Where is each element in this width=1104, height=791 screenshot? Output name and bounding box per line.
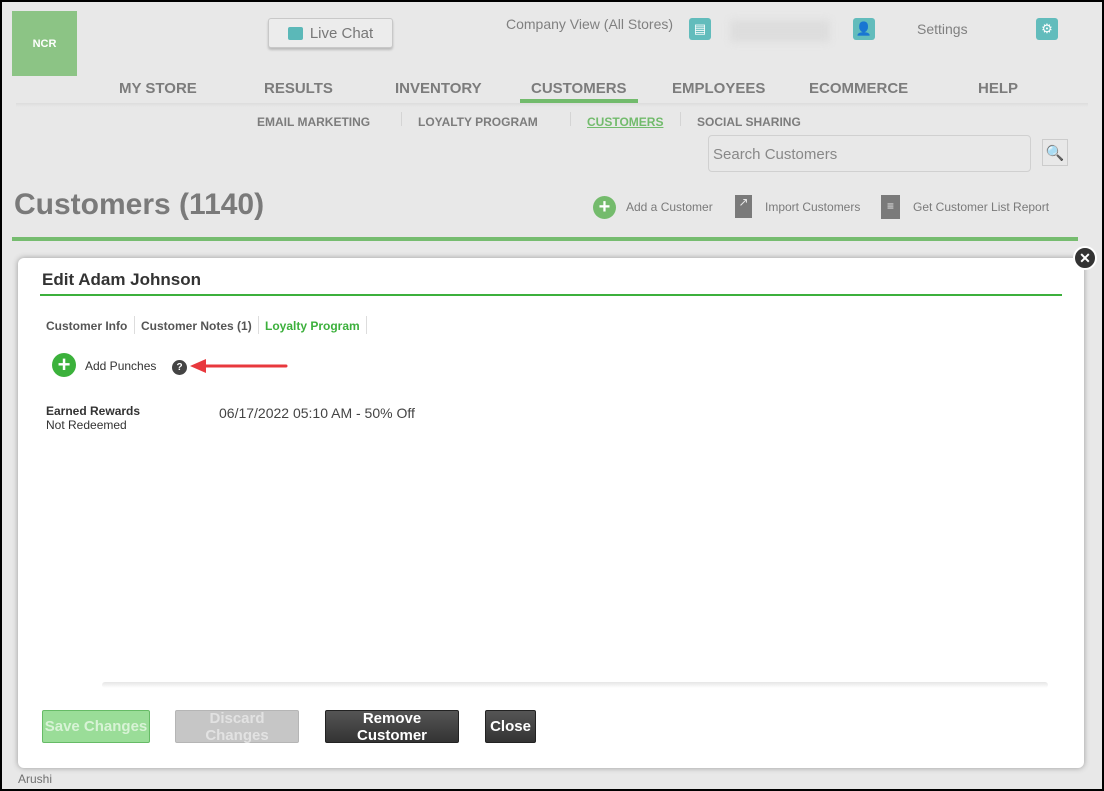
nav-inventory[interactable]: INVENTORY — [395, 80, 482, 97]
discard-changes-button[interactable]: Discard Changes — [175, 710, 299, 744]
modal-title: Edit Adam Johnson — [42, 270, 201, 289]
reward-status: Not Redeemed — [46, 418, 127, 432]
close-icon[interactable]: ✕ — [1073, 246, 1097, 270]
subnav-customers[interactable]: CUSTOMERS — [587, 115, 663, 129]
tab-loyalty-program[interactable]: Loyalty Program — [265, 319, 360, 333]
add-punches-icon[interactable]: + — [52, 353, 76, 377]
subnav-social-sharing[interactable]: SOCIAL SHARING — [697, 115, 801, 129]
close-button[interactable]: Close — [485, 710, 536, 743]
background-row-name: Arushi — [18, 772, 53, 786]
remove-customer-button[interactable]: Remove Customer — [325, 710, 459, 744]
save-changes-button[interactable]: Save Changes — [42, 710, 150, 743]
tab-customer-info[interactable]: Customer Info — [46, 319, 127, 333]
add-punches-link[interactable]: Add Punches — [85, 359, 156, 373]
page-title: Customers (1140) — [14, 188, 265, 221]
page: NCR Live Chat Company View (All Stores) … — [2, 2, 1102, 789]
user-icon[interactable]: 👤 — [853, 18, 875, 40]
earned-rewards-heading: Earned Rewards — [46, 404, 141, 418]
subnav-loyalty-program[interactable]: LOYALTY PROGRAM — [418, 115, 538, 129]
earned-rewards-label: Earned Rewards Not Redeemed — [46, 404, 140, 432]
nav-my-store[interactable]: MY STORE — [119, 80, 197, 97]
help-icon[interactable]: ? — [172, 360, 187, 375]
add-customer-link[interactable]: Add a Customer — [626, 200, 713, 214]
store-icon[interactable]: ▤ — [689, 18, 711, 40]
divider — [680, 112, 681, 126]
modal-title-underline — [40, 294, 1062, 296]
report-document-icon[interactable]: ≡ — [881, 195, 900, 219]
nav-results[interactable]: RESULTS — [264, 80, 333, 97]
live-chat-label: Live Chat — [309, 24, 374, 42]
reward-entry: 06/17/2022 05:10 AM - 50% Off — [219, 405, 415, 421]
nav-ecommerce[interactable]: ECOMMERCE — [809, 80, 908, 97]
search-input[interactable]: Search Customers — [708, 135, 1031, 172]
nav-divider — [16, 103, 1088, 107]
gear-icon[interactable]: ⚙ — [1036, 18, 1058, 40]
divider — [134, 316, 135, 334]
ncr-logo[interactable]: NCR — [12, 11, 77, 76]
divider — [258, 316, 259, 334]
add-customer-icon[interactable]: + — [593, 196, 616, 219]
divider — [366, 316, 367, 334]
title-underline — [12, 237, 1078, 241]
import-icon[interactable]: ↗ — [735, 195, 752, 218]
nav-active-indicator — [520, 99, 638, 103]
tab-customer-notes[interactable]: Customer Notes (1) — [141, 319, 252, 333]
import-customers-link[interactable]: Import Customers — [765, 200, 860, 214]
divider — [401, 112, 402, 126]
customer-list-report-link[interactable]: Get Customer List Report — [913, 200, 1049, 214]
settings-link[interactable]: Settings — [917, 21, 968, 37]
subnav-email-marketing[interactable]: EMAIL MARKETING — [257, 115, 370, 129]
chat-icon — [287, 26, 303, 40]
annotation-arrow — [190, 359, 288, 373]
edit-customer-modal: Edit Adam Johnson Customer Info Customer… — [18, 258, 1084, 768]
nav-help[interactable]: HELP — [978, 80, 1018, 97]
footer-divider — [102, 682, 1048, 688]
divider — [570, 112, 571, 126]
company-view[interactable]: Company View (All Stores) — [506, 16, 673, 32]
nav-employees[interactable]: EMPLOYEES — [672, 80, 765, 97]
search-icon[interactable]: 🔍 — [1042, 139, 1068, 166]
nav-customers[interactable]: CUSTOMERS — [531, 80, 627, 97]
live-chat-button[interactable]: Live Chat — [268, 18, 393, 48]
user-name-blurred — [730, 20, 830, 42]
